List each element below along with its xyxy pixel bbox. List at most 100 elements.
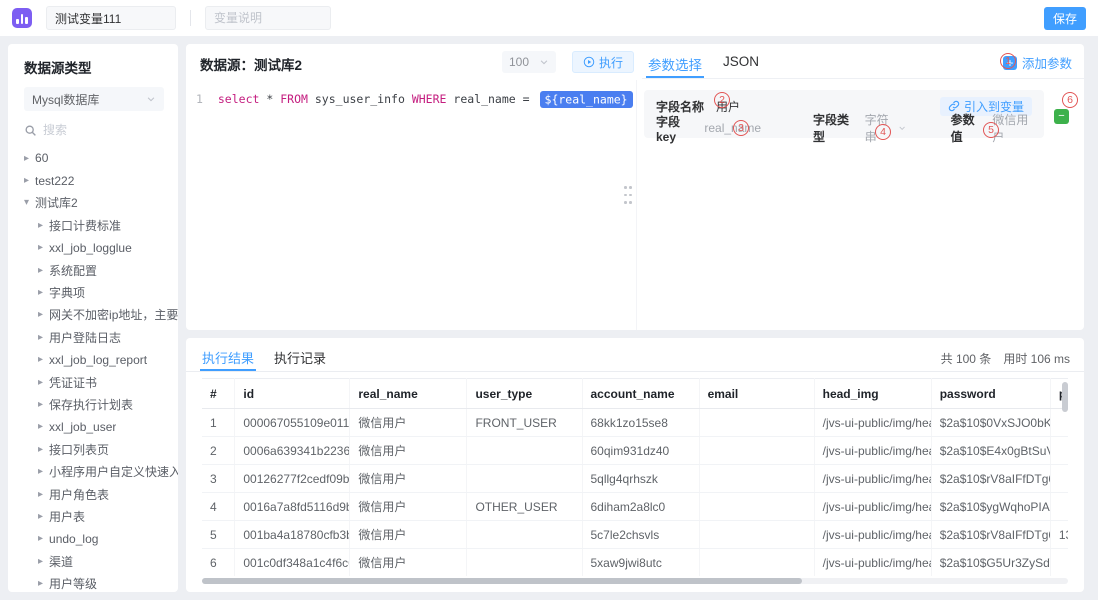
caret-right-icon[interactable]: ▸ [38, 399, 43, 410]
tree-item[interactable]: ▸ xxl_job_log_report [8, 349, 178, 371]
table-cell [699, 465, 814, 493]
tree-item-label: 字典项 [49, 284, 85, 301]
save-button[interactable]: 保存 [1044, 7, 1086, 30]
play-circle-icon [583, 56, 595, 68]
table-cell [1050, 409, 1068, 437]
table-cell: 001ba4a18780cfb3b56... [235, 521, 350, 549]
horizontal-scroll-thumb[interactable] [202, 578, 802, 584]
table-vertical-scrollbar[interactable] [1062, 382, 1068, 412]
caret-down-icon[interactable]: ▾ [24, 197, 29, 208]
tree-item-label: 用户表 [49, 508, 85, 525]
table-cell: /jvs-ui-public/img/headl... [814, 437, 931, 465]
tree-item[interactable]: ▸ 用户角色表 [8, 483, 178, 505]
column-header: # [202, 379, 235, 409]
caret-right-icon[interactable]: ▸ [38, 578, 43, 589]
caret-right-icon[interactable]: ▸ [38, 332, 43, 343]
table-cell: 微信用户 [350, 409, 467, 437]
splitter-line [636, 80, 637, 330]
tree-item[interactable]: ▸ xxl_job_logglue [8, 237, 178, 259]
result-table: #idreal_nameuser_typeaccount_nameemailhe… [202, 378, 1068, 576]
sql-param-badge: ${real_name} [540, 91, 633, 108]
caret-right-icon[interactable]: ▸ [38, 309, 43, 320]
elapsed-time: 用时 106 ms [1003, 350, 1070, 367]
variable-name-input[interactable] [46, 6, 176, 30]
tree-item[interactable]: ▸ undo_log [8, 528, 178, 550]
table-row[interactable]: 1000067055109e0110e...微信用户FRONT_USER68kk… [202, 409, 1068, 437]
run-query-button[interactable]: 执行 [572, 51, 634, 73]
caret-right-icon[interactable]: ▸ [38, 354, 43, 365]
sql-editor[interactable]: 1 select * FROM sys_user_info WHERE real… [186, 80, 636, 330]
table-row[interactable]: 40016a7a8fd5116d9bf0...微信用户OTHER_USER6di… [202, 493, 1068, 521]
table-cell [467, 549, 582, 577]
caret-right-icon[interactable]: ▸ [38, 556, 43, 567]
tree-item[interactable]: ▸网关不加密ip地址，主要J [8, 304, 178, 326]
tree-item-label: xxl_job_logglue [49, 241, 132, 255]
tree-item[interactable]: ▸ 用户表 [8, 505, 178, 527]
collapse-param-button[interactable]: − [1054, 109, 1069, 124]
caret-right-icon[interactable]: ▸ [38, 242, 43, 253]
tab-param-select[interactable]: 参数选择 [648, 54, 702, 74]
annotation-4: 4 [875, 124, 891, 140]
caret-right-icon[interactable]: ▸ [38, 533, 43, 544]
tree-item[interactable]: ▸小程序用户自定义快速入 [8, 460, 178, 482]
table-row[interactable]: 6001c0df348a1c4f6c6f4...微信用户5xaw9jwi8utc… [202, 549, 1068, 577]
table-cell [699, 437, 814, 465]
caret-right-icon[interactable]: ▸ [38, 287, 43, 298]
tree-item[interactable]: ▸ 接口计费标准 [8, 214, 178, 236]
panel-resize-handle[interactable] [623, 184, 633, 206]
tree-item-label: 用户角色表 [49, 486, 109, 503]
caret-right-icon[interactable]: ▸ [38, 377, 43, 388]
table-cell: /jvs-ui-public/img/headl... [814, 549, 931, 577]
datasource-tree: ▸60▸test222▾测试库2▸接口计费标准▸xxl_job_logglue▸… [8, 147, 178, 592]
table-horizontal-scrollbar[interactable] [202, 578, 1068, 584]
caret-right-icon[interactable]: ▸ [24, 153, 29, 164]
tree-item[interactable]: ▸xxl_job_user [8, 416, 178, 438]
table-row[interactable]: 20006a639341b2236bb...微信用户60qim931dz40/j… [202, 437, 1068, 465]
variable-description-input[interactable] [205, 6, 331, 30]
tree-item-label: 渠道 [49, 553, 73, 570]
annotation-5: 5 [983, 122, 999, 138]
datasource-type-select[interactable]: Mysql数据库 [24, 87, 164, 111]
caret-right-icon[interactable]: ▸ [38, 444, 43, 455]
caret-right-icon[interactable]: ▸ [38, 466, 43, 477]
caret-right-icon[interactable]: ▸ [38, 489, 43, 500]
caret-right-icon[interactable]: ▸ [38, 265, 43, 276]
table-row[interactable]: 5001ba4a18780cfb3b56...微信用户5c7le2chsvls/… [202, 521, 1068, 549]
tree-item-label: 接口计费标准 [49, 217, 121, 234]
table-row[interactable]: 300126277f2cedf09bdfa...微信用户5qllg4qrhszk… [202, 465, 1068, 493]
tree-item[interactable]: ▸接口列表页 [8, 438, 178, 460]
tree-item[interactable]: ▸ 保存执行计划表 [8, 393, 178, 415]
tree-item-label: 用户等级 [49, 575, 97, 592]
tab-json[interactable]: JSON [723, 54, 759, 69]
tree-item[interactable]: ▸test222 [8, 169, 178, 191]
column-header: real_name [350, 379, 467, 409]
table-cell: /jvs-ui-public/img/headl... [814, 521, 931, 549]
tree-item[interactable]: ▸凭证证书 [8, 371, 178, 393]
tree-item-label: undo_log [49, 532, 98, 546]
tree-item[interactable]: ▸系统配置 [8, 259, 178, 281]
tree-item[interactable]: ▾测试库2 [8, 192, 178, 214]
tree-item[interactable]: ▸60 [8, 147, 178, 169]
tree-item[interactable]: ▸ 渠道 [8, 550, 178, 572]
tab-execution-result[interactable]: 执行结果 [202, 348, 254, 367]
table-cell: 微信用户 [350, 521, 467, 549]
table-cell: $2a$10$E4x0gBtSuV... [931, 437, 1050, 465]
table-cell [699, 409, 814, 437]
tree-item[interactable]: ▸ 用户等级 [8, 572, 178, 592]
row-limit-select[interactable]: 100 [502, 51, 556, 73]
caret-right-icon[interactable]: ▸ [38, 421, 43, 432]
tree-item[interactable]: ▸ 字典项 [8, 281, 178, 303]
tree-item-label: 保存执行计划表 [49, 396, 133, 413]
datasource-sidebar: 数据源类型 Mysql数据库 ▸60▸test222▾测试库2▸接口计费标准▸x… [8, 44, 178, 592]
search-input[interactable] [43, 123, 143, 137]
app-logo-bar-chart-icon [12, 8, 32, 28]
tab-execution-history[interactable]: 执行记录 [274, 348, 326, 367]
caret-right-icon[interactable]: ▸ [24, 175, 29, 186]
tree-item-label: xxl_job_log_report [49, 353, 147, 367]
results-panel: 执行结果 执行记录 共 100 条 用时 106 ms #idreal_name… [186, 338, 1084, 592]
search-icon [24, 124, 37, 137]
caret-right-icon[interactable]: ▸ [38, 220, 43, 231]
caret-right-icon[interactable]: ▸ [38, 511, 43, 522]
tree-item[interactable]: ▸ 用户登陆日志 [8, 326, 178, 348]
tree-item-label: 用户登陆日志 [49, 329, 121, 346]
